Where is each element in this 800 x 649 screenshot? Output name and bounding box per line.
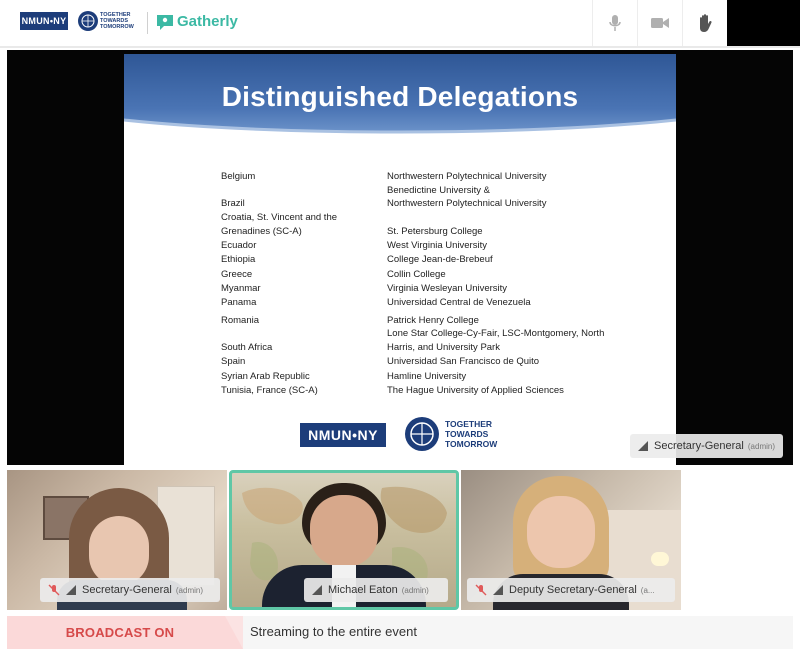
raise-hand-icon: [700, 14, 712, 32]
list-item: Universidad Central de Venezuela: [387, 297, 531, 308]
participant-face: [310, 495, 378, 567]
globe-logo-icon: [78, 11, 98, 31]
top-bar: NMUN•NY TOGETHER TOWARDS TOMORROW Gather…: [0, 0, 800, 46]
slide-logos: NMUN•NY TOGETHER TOWARDS TOMORROW: [124, 409, 676, 459]
list-item: College Jean-de-Brebeuf: [387, 254, 493, 265]
slide-title: Distinguished Delegations: [221, 81, 579, 112]
globe-logo-icon: [405, 417, 439, 451]
background-lamp: [651, 552, 669, 566]
list-item: Greece: [221, 269, 253, 280]
muted-mic-icon: [475, 584, 487, 596]
list-item: Myanmar: [221, 283, 261, 294]
gatherly-logo-icon: [157, 15, 173, 30]
broadcast-badge[interactable]: BROADCAST ON: [7, 616, 243, 649]
participant-role: (admin): [747, 441, 775, 451]
list-item: The Hague University of Applied Sciences: [387, 385, 564, 396]
participant-name: Michael Eaton: [328, 584, 398, 596]
list-item: Harris, and University Park: [387, 342, 500, 353]
list-item: South Africa: [221, 342, 273, 353]
mic-button[interactable]: [592, 0, 637, 46]
participant-name-tag: Secretary-General (admin): [40, 578, 220, 602]
participant-face: [527, 496, 595, 568]
signal-icon: [312, 585, 322, 595]
list-item: Collin College: [387, 269, 446, 280]
topbar-divider: [0, 46, 800, 48]
list-item: Lone Star College-Cy-Fair, LSC-Montgomer…: [387, 328, 605, 339]
app-name: Gatherly: [177, 13, 238, 30]
list-item: Grenadines (SC-A): [221, 226, 302, 237]
nmun-logo: NMUN•NY: [300, 423, 386, 447]
together-towards-tomorrow-logo: TOGETHER TOWARDS TOMORROW: [100, 12, 134, 30]
topbar-black-region: [727, 0, 800, 46]
list-item: Ecuador: [221, 240, 257, 251]
list-item: Croatia, St. Vincent and the: [221, 212, 338, 223]
participant-name-tag: Michael Eaton (admin): [304, 578, 448, 602]
list-item: Hamline University: [387, 371, 467, 382]
list-item: Tunisia, France (SC-A): [221, 385, 318, 396]
main-speaker-tag: Secretary-General (admin): [630, 434, 783, 458]
signal-icon: [66, 585, 76, 595]
participant-role: (admin): [175, 585, 203, 595]
muted-mic-icon: [48, 584, 60, 596]
participant-name: Secretary-General: [82, 584, 172, 596]
presentation-slide: Distinguished Delegations Belgium Brazil…: [124, 54, 676, 465]
participant-name-tag: Deputy Secretary-General (a...: [467, 578, 675, 602]
list-item: Virginia Wesleyan University: [387, 283, 508, 294]
camera-button[interactable]: [637, 0, 682, 46]
list-item: Ethiopia: [221, 254, 256, 265]
list-item: Benedictine University &: [387, 185, 490, 196]
list-item: Patrick Henry College: [387, 315, 479, 326]
logo-divider: [147, 12, 148, 34]
broadcast-label: BROADCAST ON: [65, 625, 175, 640]
raise-hand-button[interactable]: [682, 0, 727, 46]
together-towards-tomorrow-logo: TOGETHER TOWARDS TOMORROW: [445, 419, 498, 449]
microphone-icon: [609, 15, 621, 31]
list-item: Syrian Arab Republic: [221, 371, 310, 382]
list-item: West Virginia University: [387, 240, 487, 251]
list-item: Romania: [221, 315, 260, 326]
signal-icon: [493, 585, 503, 595]
list-item: Universidad San Francisco de Quito: [387, 356, 540, 367]
camera-icon: [651, 18, 669, 28]
list-item: St. Petersburg College: [387, 226, 483, 237]
participant-face: [89, 516, 149, 586]
list-item: Panama: [221, 297, 257, 308]
nmun-logo: NMUN•NY: [20, 12, 68, 30]
participant-name: Deputy Secretary-General: [509, 584, 637, 596]
broadcast-status: Streaming to the entire event: [250, 624, 417, 639]
participant-role: (a...: [640, 585, 655, 595]
broadcast-bar: BROADCAST ON Streaming to the entire eve…: [7, 616, 793, 649]
participant-name: Secretary-General: [654, 440, 744, 452]
list-item: Brazil: [221, 198, 245, 209]
list-item: Spain: [221, 356, 246, 367]
participant-role: (admin): [401, 585, 429, 595]
list-item: Northwestern Polytechnical University: [387, 198, 547, 209]
list-item: Northwestern Polytechnical University: [387, 171, 547, 182]
signal-icon: [638, 441, 648, 451]
list-item: Belgium: [221, 171, 256, 182]
